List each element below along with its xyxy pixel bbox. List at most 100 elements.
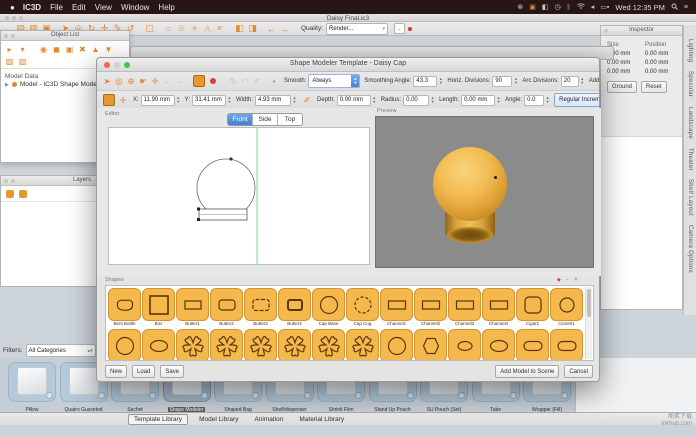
shape-swatch-cap-base[interactable] — [312, 288, 345, 321]
radius-field[interactable]: 0.00 — [403, 95, 429, 106]
shape-swatch-unnamed[interactable] — [278, 329, 311, 361]
lock-icon[interactable]: ◼ — [51, 44, 62, 54]
redo-icon[interactable]: → — [278, 23, 291, 35]
ground-button[interactable]: Ground — [607, 81, 637, 93]
add-object-icon[interactable]: ▸ — [4, 44, 15, 54]
stepper-icon[interactable]: ▲▼ — [513, 76, 518, 87]
menubar-clock[interactable]: Wed 12:35 PM — [615, 3, 664, 12]
menu-item-help[interactable]: Help — [158, 3, 174, 12]
object-list-titlebar[interactable]: Object List — [1, 31, 129, 41]
hand-tool-icon[interactable]: ☛ — [214, 23, 227, 35]
depth-field[interactable]: 0.00 mm — [337, 95, 371, 106]
duplicate-icon[interactable]: ▣ — [64, 44, 75, 54]
spotlight-search-icon[interactable] — [671, 3, 678, 12]
shape-swatch-unnamed[interactable] — [142, 329, 175, 361]
shape-swatch-channel1[interactable] — [380, 288, 413, 321]
tab-template-library[interactable]: Template Library — [128, 414, 188, 425]
regular-increment-button[interactable]: Regular Increment — [554, 93, 599, 107]
shape-swatch-unnamed[interactable] — [516, 329, 549, 361]
tab-model-library[interactable]: Model Library — [194, 415, 243, 424]
shape-swatch-butter4[interactable] — [278, 288, 311, 321]
side-tab-shelf-layout[interactable]: Shelf Layout — [687, 179, 693, 216]
template-tile-pillow[interactable]: Pillow — [8, 362, 56, 402]
marquee-tool-icon[interactable]: ▢ — [143, 23, 156, 35]
status-icon-3[interactable]: ◧ — [542, 3, 549, 11]
status-icon-1[interactable]: ⊗ — [517, 3, 523, 11]
stepper-icon[interactable]: ▲▼ — [227, 95, 232, 106]
angle-field[interactable]: 0.0 — [524, 95, 544, 106]
layers-titlebar[interactable]: Layers — [1, 176, 96, 186]
y-field[interactable]: 31.41 mm — [192, 95, 226, 106]
stepper-icon[interactable]: ▲▼ — [292, 95, 297, 106]
zoom-tool-icon[interactable]: ◎ — [113, 75, 125, 87]
wifi-icon[interactable] — [577, 3, 585, 11]
stepper-icon[interactable]: ▲▼ — [438, 76, 443, 87]
side-tab-specular[interactable]: Specular — [687, 71, 693, 97]
shapes-close-icon[interactable]: ✕ — [574, 277, 578, 283]
shape-swatch-unnamed[interactable] — [346, 329, 379, 361]
folder-icon[interactable]: ▨ — [4, 56, 15, 66]
favorite-tool-icon[interactable]: ★ — [188, 23, 201, 35]
filters-dropdown[interactable]: All Categories▴▾ — [26, 344, 96, 357]
reset-button[interactable]: Reset — [641, 81, 667, 93]
tab-animation[interactable]: Animation — [249, 415, 288, 424]
shape-swatch-channel4[interactable] — [482, 288, 515, 321]
stepper-icon[interactable]: ▲▼ — [430, 95, 435, 106]
move-point-tool-icon[interactable]: ✛ — [117, 94, 129, 106]
redo-icon[interactable]: → — [173, 75, 185, 87]
stepper-icon[interactable]: ▲▼ — [545, 95, 550, 106]
shape-swatch-bent-bottle[interactable] — [108, 288, 141, 321]
shape-swatch-box[interactable] — [142, 288, 175, 321]
menu-item-ic3d[interactable]: IC3D — [23, 3, 41, 12]
delete-point-icon[interactable] — [210, 78, 216, 84]
shape-swatch-butter2[interactable] — [210, 288, 243, 321]
shape-swatch-unnamed[interactable] — [482, 329, 515, 361]
menu-item-window[interactable]: Window — [121, 3, 149, 12]
move-down-icon[interactable]: ▼ — [103, 44, 114, 54]
point-tool-icon[interactable]: • — [268, 75, 280, 87]
disclosure-triangle-icon[interactable]: ▶ — [5, 82, 9, 88]
new-button[interactable]: New — [105, 365, 127, 378]
shape-swatch-unnamed[interactable] — [108, 329, 141, 361]
menu-item-edit[interactable]: Edit — [72, 3, 86, 12]
tab-front[interactable]: Front — [228, 114, 253, 125]
length-field[interactable]: 0.00 mm — [461, 95, 495, 106]
shapes-collapse-icon[interactable]: − — [566, 277, 569, 283]
menu-item-view[interactable]: View — [95, 3, 112, 12]
clock-status-icon[interactable]: ◷ — [554, 3, 560, 11]
shape-swatch-unnamed[interactable] — [210, 329, 243, 361]
load-button[interactable]: Load — [132, 365, 155, 378]
shape-swatch-unnamed[interactable] — [550, 329, 583, 361]
shapes-scrollbar[interactable] — [585, 287, 592, 359]
shape-swatch-unnamed[interactable] — [176, 329, 209, 361]
remove-object-icon[interactable]: ▾ — [17, 44, 28, 54]
stepper-icon[interactable]: ▲▼ — [176, 95, 181, 106]
tab-material-library[interactable]: Material Library — [294, 415, 349, 424]
material-tool-icon[interactable]: ◧ — [233, 23, 246, 35]
cancel-button[interactable]: Cancel — [564, 365, 593, 378]
x-field[interactable]: 11.90 mm — [141, 95, 175, 106]
shape-swatch-cigar1[interactable] — [516, 288, 549, 321]
align-tool-icon[interactable]: ≡ — [162, 23, 175, 35]
shape-swatch-butter3[interactable] — [244, 288, 277, 321]
tab-side[interactable]: Side — [253, 114, 278, 125]
shape-swatch-unnamed[interactable] — [244, 329, 277, 361]
stepper-icon[interactable]: ▲▼ — [580, 76, 585, 87]
shape-swatch-channel2[interactable] — [414, 288, 447, 321]
select-point-tool-icon[interactable]: ➤ — [101, 75, 113, 87]
inspector-titlebar[interactable]: Inspector — [601, 26, 682, 36]
horiz-divisions-field[interactable]: 90 — [492, 76, 512, 87]
zoom-region-tool-icon[interactable]: ⊕ — [125, 75, 137, 87]
side-tab-lighting[interactable]: Lighting — [687, 39, 693, 62]
pencil-tool-icon[interactable]: ✐ — [251, 75, 263, 87]
delete-icon[interactable]: ✖ — [77, 44, 88, 54]
side-tab-camera-options[interactable]: Camera Options — [687, 225, 693, 273]
width-field[interactable]: 4.93 mm — [255, 95, 291, 106]
status-icon-2[interactable]: ▣ — [529, 3, 536, 11]
stepper-icon[interactable]: ▲▼ — [372, 95, 377, 106]
bluetooth-icon[interactable]: ᛒ — [567, 4, 571, 11]
shape-swatch-circle01[interactable] — [550, 288, 583, 321]
pen-tool-icon[interactable]: ✎ — [227, 75, 239, 87]
brush-tool-icon[interactable]: ✐ — [301, 94, 313, 106]
shape-swatch-butter1[interactable] — [176, 288, 209, 321]
